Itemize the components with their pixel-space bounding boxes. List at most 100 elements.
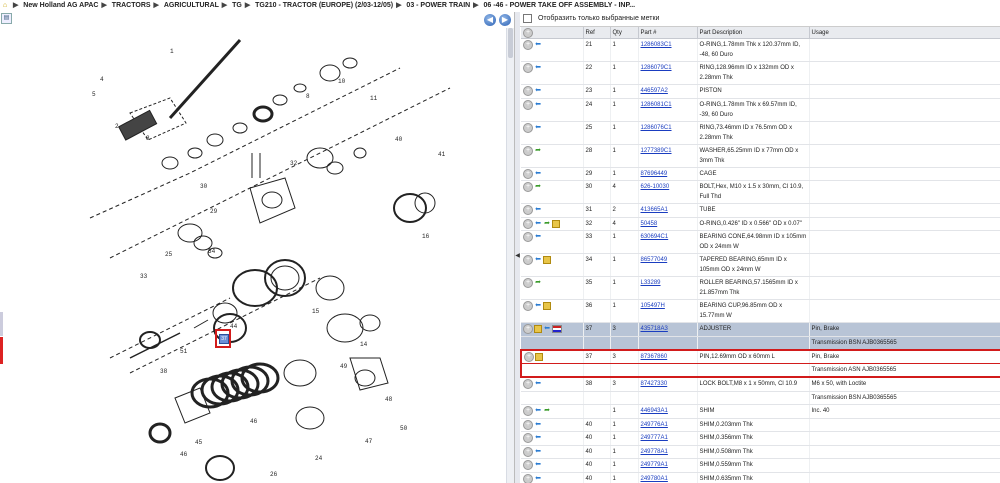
kit-icon[interactable]: [543, 256, 551, 265]
new-part-icon[interactable]: ➦: [534, 147, 542, 155]
part-number-link[interactable]: 1277389C1: [641, 148, 672, 154]
expand-icon[interactable]: +: [523, 27, 533, 38]
table-row[interactable]: + ⬅ 21 1 1286083C1 O-RING,1.78mm Thk x 120.37…: [521, 38, 1000, 62]
revision-icon[interactable]: ⬅: [534, 124, 542, 132]
part-number-link[interactable]: 446943A1: [641, 408, 668, 414]
breadcrumb-item[interactable]: TG210 - TRACTOR (EUROPE) (2/03-12/05): [255, 2, 393, 9]
table-row[interactable]: + ⬅ 40 1 249780A1 SHIM,0.635mm Thk: [521, 472, 1000, 483]
row-actions[interactable]: [521, 336, 584, 351]
revision-icon[interactable]: ⬅: [534, 407, 542, 415]
row-actions[interactable]: + ⬅ ➦: [521, 217, 584, 232]
table-row[interactable]: + ⬅ 37 3 435718A3 ADJUSTER Pin, Brake: [521, 322, 1000, 337]
row-actions[interactable]: + ⬅: [521, 121, 584, 145]
part-number-link[interactable]: 1286079C1: [641, 65, 672, 71]
exploded-parts-diagram[interactable]: 1 4 5 2 8 8 10 11 32 30 29 40 41 16 34 2…: [70, 28, 490, 483]
kit-icon[interactable]: [534, 325, 542, 334]
kit-icon[interactable]: [535, 352, 543, 361]
row-actions[interactable]: + ⬅: [521, 458, 584, 473]
expand-icon[interactable]: +: [523, 446, 533, 457]
table-row[interactable]: + ⬅ 23 1 446597A2 PISTON: [521, 84, 1000, 99]
expand-icon[interactable]: +: [523, 122, 533, 133]
table-row[interactable]: Transmission ASN AJB0365565: [520, 363, 1000, 379]
revision-icon[interactable]: ⬅: [534, 448, 542, 456]
table-row[interactable]: + ➦ 35 1 L33289 ROLLER BEARING,57.1565mm ID x…: [521, 276, 1000, 301]
new-part-icon[interactable]: ➦: [543, 220, 551, 228]
back-arrow-icon[interactable]: ◀: [484, 14, 496, 26]
row-actions[interactable]: + ⬅: [521, 377, 584, 393]
revision-icon[interactable]: ⬅: [534, 256, 542, 264]
print-icon[interactable]: ▤: [1, 13, 12, 24]
vertical-scrollbar[interactable]: [506, 28, 514, 483]
part-number-link[interactable]: 87427330: [641, 381, 668, 387]
table-row[interactable]: + ⬅ 25 1 1286076C1 RING,73.46mm ID x 76.5mm O…: [521, 121, 1000, 145]
table-row[interactable]: + ⬅ 31 2 413665A1 TUBE: [521, 203, 1000, 218]
column-header[interactable]: Ref: [583, 27, 611, 39]
row-actions[interactable]: + ➦: [521, 276, 584, 301]
revision-icon[interactable]: ⬅: [534, 64, 542, 72]
row-actions[interactable]: + ⬅: [521, 299, 584, 324]
row-actions[interactable]: + ⬅: [521, 167, 584, 182]
row-actions[interactable]: + ⬅: [521, 445, 584, 460]
revision-icon[interactable]: ⬅: [534, 170, 542, 178]
selected-callout[interactable]: 37: [215, 329, 231, 348]
revision-icon[interactable]: ⬅: [534, 380, 542, 388]
expand-icon[interactable]: +: [523, 419, 533, 430]
kit-icon[interactable]: [552, 219, 560, 228]
filter-checkbox[interactable]: [523, 13, 532, 23]
part-number-link[interactable]: 87696449: [641, 171, 668, 177]
new-part-icon[interactable]: ➦: [534, 279, 542, 287]
expand-icon[interactable]: +: [523, 379, 533, 390]
row-actions[interactable]: + ⬅: [521, 203, 584, 218]
row-actions[interactable]: + ⬅: [521, 431, 584, 446]
column-header[interactable]: Usage: [809, 27, 1000, 39]
revision-icon[interactable]: ⬅: [534, 206, 542, 214]
expand-icon[interactable]: +: [523, 182, 533, 193]
breadcrumb-item[interactable]: TRACTORS: [112, 2, 151, 9]
expand-icon[interactable]: +: [523, 460, 533, 471]
home-icon[interactable]: ⌂: [0, 0, 10, 12]
revision-icon[interactable]: ⬅: [534, 461, 542, 469]
row-actions[interactable]: + ⬅: [521, 84, 584, 99]
revision-icon[interactable]: ⬅: [534, 233, 542, 241]
part-number-link[interactable]: 630694C1: [641, 234, 669, 240]
table-row[interactable]: + ➦ 30 4 626-10030 BOLT,Hex, M10 x 1.5 x 30mm…: [521, 180, 1000, 205]
revision-icon[interactable]: ⬅: [534, 475, 542, 483]
table-row[interactable]: + ⬅ 22 1 1286079C1 RING,128.96mm ID x 132mm O…: [521, 61, 1000, 85]
expand-icon[interactable]: +: [523, 324, 533, 335]
row-actions[interactable]: + ⬅: [521, 38, 584, 62]
expand-icon[interactable]: +: [523, 99, 533, 110]
expand-icon[interactable]: +: [523, 218, 533, 229]
table-row[interactable]: + ⬅ 38 3 87427330 LOCK BOLT,M8 x 1 x 50mm, Cl…: [521, 377, 1000, 393]
part-number-link[interactable]: 86577049: [641, 257, 668, 263]
breadcrumb-item[interactable]: 03 - POWER TRAIN: [406, 2, 470, 9]
part-number-link[interactable]: 435718A3: [641, 326, 668, 332]
table-row[interactable]: + ⬅ 40 1 249778A1 SHIM,0.508mm Thk: [521, 445, 1000, 460]
expand-icon[interactable]: +: [523, 205, 533, 216]
expand-icon[interactable]: +: [523, 168, 533, 179]
row-actions[interactable]: + ⬅: [521, 418, 584, 433]
kit-icon[interactable]: [543, 302, 551, 311]
part-number-link[interactable]: 1286083C1: [641, 42, 672, 48]
part-number-link[interactable]: 1286076C1: [641, 125, 672, 131]
column-header[interactable]: Part Description: [697, 27, 810, 39]
row-actions[interactable]: [520, 363, 584, 379]
part-number-link[interactable]: 249776A1: [641, 422, 668, 428]
revision-icon[interactable]: ⬅: [534, 220, 542, 228]
revision-icon[interactable]: ⬅: [534, 101, 542, 109]
part-number-link[interactable]: 413665A1: [641, 207, 668, 213]
table-row[interactable]: + ⬅ 24 1 1286081C1 O-RING,1.78mm Thk x 69.57m…: [521, 98, 1000, 122]
revision-icon[interactable]: ⬅: [534, 302, 542, 310]
part-number-link[interactable]: 626-10030: [641, 184, 670, 190]
table-row[interactable]: + ➦ 28 1 1277389C1 WASHER,65.25mm ID x 77mm O…: [521, 144, 1000, 168]
column-header[interactable]: Qty: [610, 27, 639, 39]
expand-icon[interactable]: +: [523, 232, 533, 243]
table-row[interactable]: Transmission BSN AJB0365565: [521, 336, 1000, 351]
row-actions[interactable]: [521, 391, 584, 406]
breadcrumb-item[interactable]: AGRICULTURAL: [164, 2, 219, 9]
row-actions[interactable]: + ➦: [521, 180, 584, 205]
row-actions[interactable]: + ⬅ ➦: [521, 404, 584, 419]
table-row[interactable]: + ⬅ 40 1 249776A1 SHIM,0.203mm Thk: [521, 418, 1000, 433]
breadcrumb-item[interactable]: 06 -46 - POWER TAKE OFF ASSEMBLY - INP..…: [484, 2, 636, 9]
expand-icon[interactable]: +: [523, 301, 533, 312]
row-actions[interactable]: + ⬅: [521, 230, 584, 255]
